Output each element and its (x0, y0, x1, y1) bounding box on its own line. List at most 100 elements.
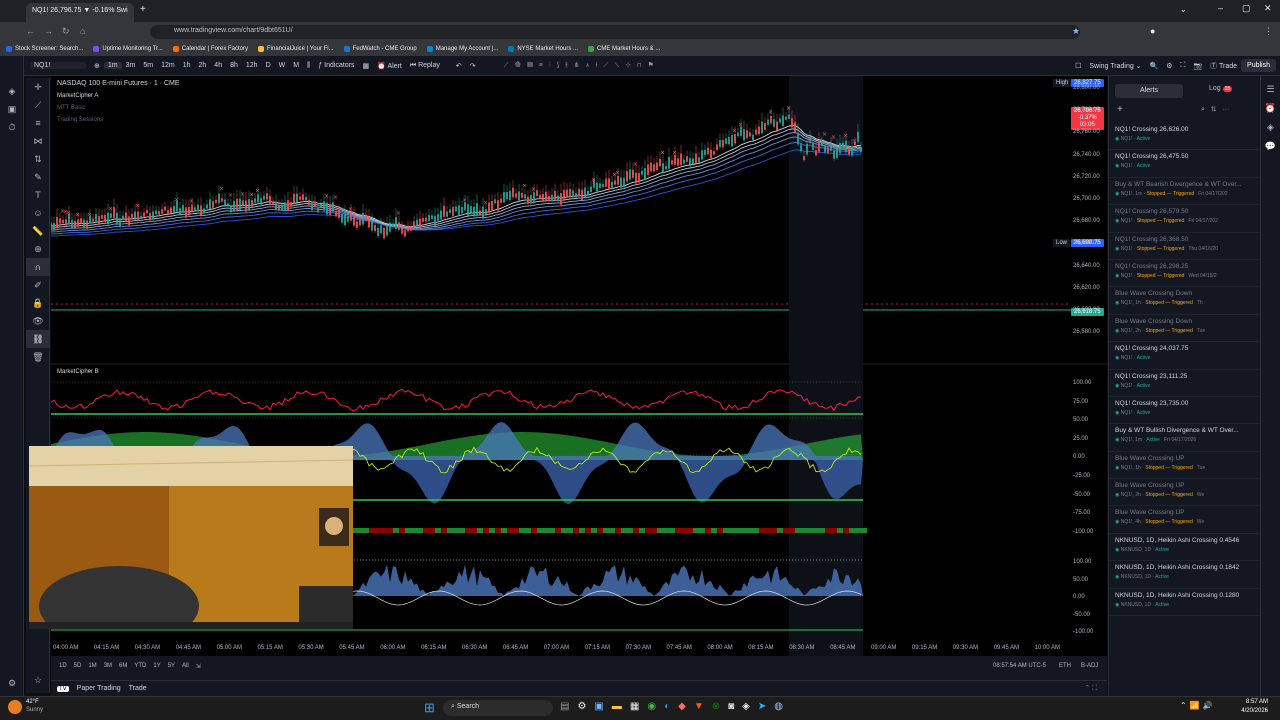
forward-icon[interactable]: → (44, 26, 53, 36)
range-3m[interactable]: 3M (104, 663, 112, 670)
symbol-search[interactable]: NQ1! (30, 62, 86, 69)
interval-1m[interactable]: 1m (103, 62, 122, 69)
time-axis[interactable]: 1D 5D 1M 3M 6M YTD 1Y 5Y All ⇲ 08:57:54 … (51, 645, 1107, 680)
browser-tab[interactable]: NQ1! 26,796.75 ▼ -0.16% Swi (26, 3, 134, 22)
crosshair-icon[interactable]: ✛ (26, 78, 50, 96)
sidebar-settings-icon[interactable]: ⚙ (0, 674, 24, 692)
bookmark-item[interactable]: NYSE Market Hours ... (508, 44, 578, 54)
home-icon[interactable]: ⌂ (80, 26, 85, 36)
replay-button[interactable]: ⏮ Replay (406, 62, 444, 70)
session-eth[interactable]: ETH (1059, 663, 1071, 669)
indicator-label[interactable]: MarketCipher B (57, 369, 99, 375)
range-ytd[interactable]: YTD (134, 663, 146, 670)
app-icon[interactable]: ▦ (630, 701, 639, 712)
interval-4h[interactable]: 4h (210, 62, 226, 69)
watchlist-icon[interactable]: ☰ (1261, 84, 1280, 95)
alerts-search-sort-more-icons[interactable]: ⌕⇅⋯ (1201, 106, 1236, 114)
snapshot-icon[interactable]: 📷 (1189, 62, 1206, 70)
sidebar-icon[interactable]: ⏱ (0, 118, 24, 136)
file-explorer-icon[interactable]: ▬ (612, 701, 622, 712)
new-tab-button[interactable]: + (140, 4, 146, 15)
alert-item[interactable]: NKNUSD, 1D, Heikin Ashi Crossing 0.4546 ◉… (1109, 534, 1260, 562)
alert-item[interactable]: NQ1! Crossing 26,626.00 ◉ NQ1! · Active (1109, 123, 1260, 151)
magnet-icon[interactable]: ∩ (26, 258, 50, 276)
trash-icon[interactable]: 🗑 (26, 348, 50, 366)
layouts-icon[interactable]: ▦ (359, 62, 374, 70)
fullscreen-icon[interactable]: ⛶ (1177, 62, 1190, 70)
app-icon[interactable]: ◍ (774, 701, 783, 712)
goto-date-icon[interactable]: ⇲ (196, 663, 201, 670)
bookmark-item[interactable]: FinancialJuice | Your Fi... (257, 44, 334, 54)
range-5y[interactable]: 5Y (168, 663, 175, 670)
collapse-panel-icon[interactable]: ⌃ ⛶ (1084, 684, 1097, 693)
alerts-clock-icon[interactable]: ⏰ (1261, 103, 1280, 114)
weather-icon[interactable] (8, 700, 22, 714)
tab-search-icon[interactable]: ⌄ (1180, 5, 1187, 14)
brush-icon[interactable]: ✎ (26, 168, 50, 186)
trade-button[interactable]: Ⓣ Trade (1206, 61, 1241, 71)
alert-item[interactable]: NQ1! Crossing 24,037.75 ◉ NQ1! · Active (1109, 342, 1260, 370)
app-icon[interactable]: ◆ (678, 701, 686, 712)
ruler-icon[interactable]: 📏 (26, 222, 50, 240)
interval-2h[interactable]: 2h (195, 62, 211, 69)
stay-drawing-icon[interactable]: ✐ (26, 276, 50, 294)
url-field[interactable]: www.tradingview.com/chart/9dbt651U/ (150, 25, 1080, 39)
chart-pane[interactable]: × × × × × × × × × × × × × × × × × × × × × × × × × × × × × × × × × × × × × × × ×… (29, 76, 1107, 656)
app-icon[interactable]: ▣ (594, 701, 603, 712)
bookmark-item[interactable]: Uptime Monitoring Tr... (93, 44, 163, 54)
alert-item[interactable]: NQ1! Crossing 23,735.00 ◉ NQ1! · Active (1109, 397, 1260, 425)
edge-icon[interactable]: ◐ (664, 701, 670, 712)
chat-icon[interactable]: 💬 (1261, 141, 1280, 152)
interval-12h[interactable]: 12h (242, 62, 262, 69)
bookmark-star-icon[interactable]: ★ (1072, 26, 1080, 37)
reload-icon[interactable]: ↻ (62, 26, 70, 37)
taskbar-search[interactable]: ⌕ Search (443, 700, 553, 716)
interval-m[interactable]: M (289, 62, 303, 69)
bookmark-item[interactable]: Stock Screener: Search... (6, 44, 83, 54)
indicator-label[interactable]: MarketCipher A (57, 93, 98, 99)
alert-item[interactable]: NQ1! Crossing 26,368.50 ◉ NQ1! · Stopped … (1109, 233, 1260, 260)
bookmark-item[interactable]: CME Market Hours & ... (588, 44, 660, 54)
sidebar-icon[interactable]: ◈ (0, 82, 24, 100)
close-window-icon[interactable]: ✕ (1264, 3, 1272, 14)
alert-item[interactable]: Blue Wave Crossing Down ◉ NQ1!, 2h · Stop… (1109, 315, 1260, 343)
trade-tab[interactable]: Trade (129, 685, 147, 692)
interval-8h[interactable]: 8h (226, 62, 242, 69)
chrome-icon[interactable]: ◉ (647, 701, 656, 712)
range-1m[interactable]: 1M (88, 663, 96, 670)
zoom-icon[interactable]: ⊕ (26, 240, 50, 258)
undo-icon[interactable]: ↶ (452, 62, 466, 70)
alert-item[interactable]: Blue Wave Crossing UP ◉ NQ1!, 1h · Stoppe… (1109, 452, 1260, 480)
add-alert-icon[interactable]: + (1117, 104, 1123, 115)
app-icon[interactable]: ◙ (728, 701, 734, 712)
drawing-shortcuts[interactable]: ⟋⟰▤≡⫶⟆⫲⋔⋏⟊⟋⟍⊹⊓⚑ (500, 61, 664, 70)
brave-icon[interactable]: ▼ (694, 701, 704, 712)
lock-icon[interactable]: 🔒 (26, 294, 50, 312)
xbox-icon[interactable]: ⊗ (712, 701, 720, 712)
alert-item[interactable]: NQ1! Crossing 26,579.50 ◉ NQ1! · Stopped … (1109, 205, 1260, 233)
sidebar-icon[interactable]: ▣ (0, 100, 24, 118)
back-icon[interactable]: ← (26, 26, 35, 36)
publish-button[interactable]: Publish (1241, 59, 1276, 72)
alert-item[interactable]: Buy & WT Bearish Divergence & WT Over...… (1109, 178, 1260, 206)
chart-type-icon[interactable]: ⫼ (303, 62, 314, 70)
icons-icon[interactable]: ☺ (26, 204, 50, 222)
alert-item[interactable]: Buy & WT Bullish Divergence & WT Over...… (1109, 424, 1260, 452)
range-6m[interactable]: 6M (119, 663, 127, 670)
interval-w[interactable]: W (275, 62, 290, 69)
interval-5m[interactable]: 5m (139, 62, 157, 69)
alert-item[interactable]: NKNUSD, 1D, Heikin Ashi Crossing 0.1280 ◉… (1109, 589, 1260, 617)
search-icon[interactable]: 🔍 (1146, 62, 1163, 70)
paper-trading-tab[interactable]: Paper Trading (77, 685, 121, 692)
app-icon[interactable]: ◈ (742, 701, 750, 712)
add-symbol-icon[interactable]: ⊕ (90, 62, 104, 70)
layers-icon[interactable]: ◈ (1261, 122, 1280, 133)
settings-icon[interactable]: ⚙ (1162, 62, 1176, 70)
widgets-icon[interactable]: ⚙ (577, 701, 586, 712)
link-icon[interactable]: ⛓ (26, 330, 50, 348)
minimize-icon[interactable]: – (1218, 3, 1223, 13)
range-5d[interactable]: 5D (74, 663, 82, 670)
maximize-icon[interactable]: ▢ (1242, 3, 1251, 14)
range-1y[interactable]: 1Y (153, 663, 160, 670)
alert-item[interactable]: NQ1! Crossing 23,111.25 ◉ NQ1! · Active (1109, 370, 1260, 397)
